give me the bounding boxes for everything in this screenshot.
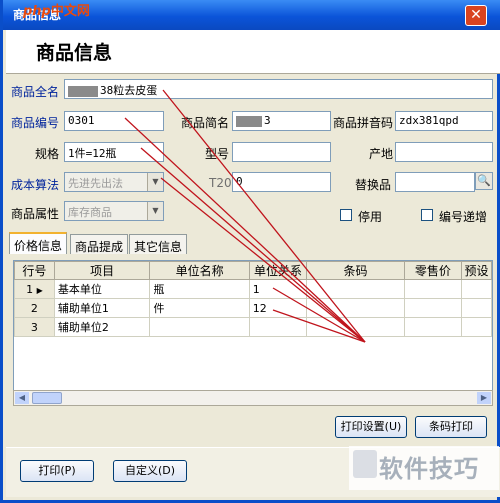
attr-select[interactable]: 库存商品 ▼ — [64, 201, 164, 221]
redacted-block — [236, 115, 262, 127]
spec-field[interactable]: 1件=12瓶 — [64, 142, 164, 162]
preset-cell[interactable] — [461, 298, 492, 318]
relation-cell[interactable]: 12 — [248, 298, 308, 318]
horizontal-scrollbar[interactable]: ◀ ▶ — [13, 390, 493, 406]
attr-label: 商品属性 — [11, 207, 60, 221]
tab-other-info[interactable]: 其它信息 — [129, 234, 188, 254]
watermark-logo: php中文网 — [23, 4, 90, 19]
column-header[interactable]: 单位关系 — [248, 261, 308, 280]
scroll-left-icon[interactable]: ◀ — [15, 392, 29, 404]
code-label: 商品编号 — [11, 116, 60, 130]
table-row[interactable]: 1 ▶ 基本单位 瓶 1 — [14, 279, 492, 299]
column-header[interactable]: 单位名称 — [149, 261, 250, 280]
scroll-thumb[interactable] — [32, 392, 62, 404]
item-cell[interactable]: 辅助单位1 — [53, 298, 151, 318]
unit-cell[interactable] — [149, 317, 250, 337]
substitute-label: 替换品 — [355, 178, 392, 192]
disabled-label: 停用 — [358, 210, 383, 224]
disabled-checkbox[interactable] — [340, 209, 352, 221]
row-number-cell: 1 ▶ — [14, 279, 55, 299]
print-settings-button[interactable]: 打印设置(U) — [335, 416, 407, 438]
auto-increment-checkbox[interactable] — [421, 209, 433, 221]
retail-price-cell[interactable] — [403, 279, 463, 299]
preset-cell[interactable] — [461, 279, 492, 299]
print-button[interactable]: 打印(P) — [20, 460, 94, 482]
full-name-field[interactable]: 38粒去皮蛋 — [64, 79, 493, 99]
column-header[interactable]: 零售价 — [403, 261, 463, 280]
relation-cell[interactable] — [248, 317, 308, 337]
watermark-logo-icon — [353, 450, 377, 478]
spec-label: 规格 — [35, 147, 60, 161]
origin-label: 产地 — [369, 147, 394, 161]
code-field[interactable]: 0301 — [64, 111, 164, 131]
model-label: 型号 — [205, 147, 230, 161]
item-cell[interactable]: 辅助单位2 — [53, 317, 151, 337]
page-title: 商品信息 — [36, 42, 113, 64]
tab-commission[interactable]: 商品提成 — [70, 234, 129, 254]
unit-cell[interactable]: 瓶 — [149, 279, 250, 299]
watermark: 软件技巧 — [349, 446, 499, 490]
chevron-down-icon[interactable]: ▼ — [147, 173, 163, 191]
substitute-field[interactable] — [395, 172, 475, 192]
retail-price-cell[interactable] — [403, 317, 463, 337]
title-bar: 商品信息 php中文网 ✕ — [3, 0, 500, 30]
row-number-cell: 2 — [14, 298, 55, 318]
product-info-window: 商品信息 php中文网 ✕ 商品信息 商品全名 38粒去皮蛋 商品编号 0301… — [0, 0, 500, 503]
search-icon[interactable]: 🔍 — [475, 172, 493, 190]
close-button[interactable]: ✕ — [465, 5, 487, 26]
pinyin-label: 商品拼音码 — [333, 116, 394, 130]
barcode-cell[interactable] — [306, 317, 405, 337]
row-number-cell: 3 — [14, 317, 55, 337]
column-header[interactable]: 行号 — [14, 261, 55, 280]
scroll-right-icon[interactable]: ▶ — [477, 392, 491, 404]
origin-field[interactable] — [395, 142, 493, 162]
table-row[interactable]: 3 辅助单位2 — [14, 317, 492, 337]
grid-header-row: 行号 项目 单位名称 单位关系 条码 零售价 预设 — [14, 261, 492, 280]
barcode-print-button[interactable]: 条码打印 — [415, 416, 487, 438]
column-header[interactable]: 预设 — [461, 261, 492, 280]
t20-label: T20 — [209, 176, 232, 190]
retail-price-cell[interactable] — [403, 298, 463, 318]
cost-method-label: 成本算法 — [11, 178, 60, 192]
pinyin-field[interactable]: zdx381qpd — [395, 111, 493, 131]
table-row[interactable]: 2 辅助单位1 件 12 — [14, 298, 492, 318]
price-grid[interactable]: 行号 项目 单位名称 单位关系 条码 零售价 预设 1 ▶ 基本单位 瓶 1 2… — [13, 260, 493, 406]
auto-increment-label: 编号递增 — [439, 210, 488, 224]
t20-field[interactable]: 0 — [232, 172, 331, 192]
watermark-text: 软件技巧 — [379, 455, 479, 483]
preset-cell[interactable] — [461, 317, 492, 337]
relation-cell[interactable]: 1 — [248, 279, 308, 299]
header-panel: 商品信息 — [6, 30, 500, 74]
barcode-cell[interactable] — [306, 279, 405, 299]
chevron-down-icon[interactable]: ▼ — [147, 202, 163, 220]
short-name-label: 商品简名 — [181, 116, 230, 130]
customize-button[interactable]: 自定义(D) — [113, 460, 187, 482]
column-header[interactable]: 条码 — [306, 261, 405, 280]
redacted-block — [68, 85, 98, 97]
barcode-cell[interactable] — [306, 298, 405, 318]
current-row-icon: ▶ — [36, 285, 43, 295]
short-name-field[interactable]: 3 — [232, 111, 331, 131]
column-header[interactable]: 项目 — [53, 261, 151, 280]
model-field[interactable] — [232, 142, 331, 162]
cost-method-select[interactable]: 先进先出法 ▼ — [64, 172, 164, 192]
item-cell[interactable]: 基本单位 — [53, 279, 151, 299]
tab-price-info[interactable]: 价格信息 — [9, 232, 68, 254]
unit-cell[interactable]: 件 — [149, 298, 250, 318]
full-name-label: 商品全名 — [11, 85, 60, 99]
